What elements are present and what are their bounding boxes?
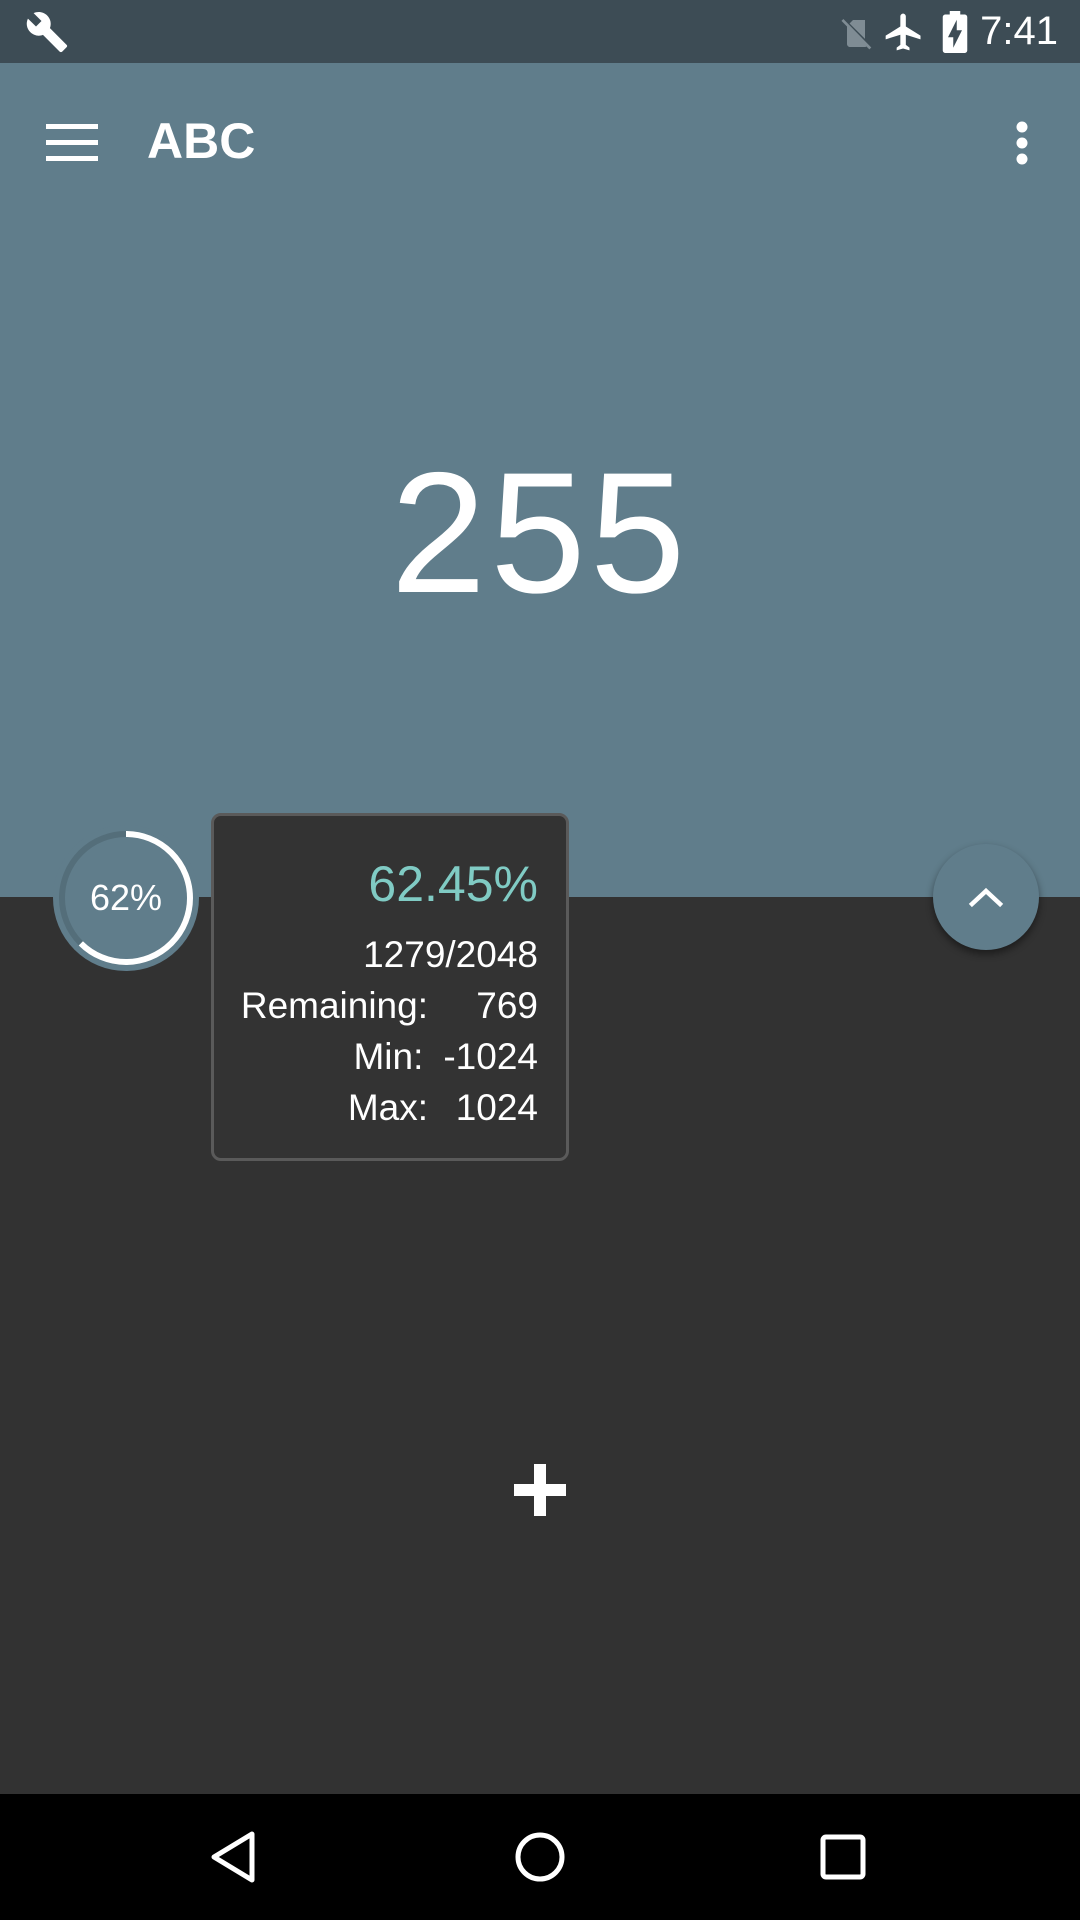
app-title: ABC <box>147 113 256 169</box>
recents-icon <box>820 1834 866 1880</box>
back-button[interactable] <box>200 1822 270 1892</box>
home-button[interactable] <box>505 1822 575 1892</box>
battery-charging-icon <box>940 11 970 58</box>
screen: 7:41 ABC 255 62% 62.45% 1279/2048 Remain… <box>0 0 1080 1920</box>
home-icon <box>515 1832 565 1882</box>
max-label: Max: <box>347 1087 428 1128</box>
navigation-bar <box>0 1794 1080 1920</box>
hamburger-menu-icon <box>46 124 98 161</box>
progress-details-card: 62.45% 1279/2048 Remaining: 769 Min: -10… <box>211 813 569 1161</box>
min-label: Min: <box>353 1036 424 1077</box>
progress-label: 62% <box>89 877 163 918</box>
counter-value: 255 <box>390 437 690 629</box>
remaining-row: Remaining: 769 <box>241 984 538 1028</box>
min-value: -1024 <box>443 1036 538 1077</box>
percent-value: 62.45% <box>368 856 538 912</box>
counter-panel: ABC 255 <box>0 63 1080 897</box>
menu-button[interactable] <box>36 107 108 179</box>
ratio-value: 1279/2048 <box>363 934 538 975</box>
airplane-mode-icon <box>882 10 926 59</box>
wrench-icon <box>24 10 70 59</box>
chevron-up-icon <box>968 887 1004 908</box>
remaining-label: Remaining: <box>240 985 428 1026</box>
overflow-menu-button[interactable] <box>988 107 1056 179</box>
collapse-button[interactable] <box>933 844 1039 950</box>
status-time: 7:41 <box>980 9 1058 53</box>
progress-ring[interactable]: 62% <box>50 822 202 974</box>
min-row: Min: -1024 <box>353 1035 538 1079</box>
max-row: Max: 1024 <box>348 1086 538 1130</box>
status-bar: 7:41 <box>0 0 1080 63</box>
back-icon <box>211 1831 255 1883</box>
more-vert-icon <box>1016 121 1028 165</box>
increment-button[interactable] <box>500 1450 580 1530</box>
max-value: 1024 <box>455 1087 538 1128</box>
plus-icon <box>514 1464 566 1516</box>
no-sim-icon <box>838 12 874 57</box>
recents-button[interactable] <box>808 1822 878 1892</box>
remaining-value: 769 <box>476 985 538 1026</box>
